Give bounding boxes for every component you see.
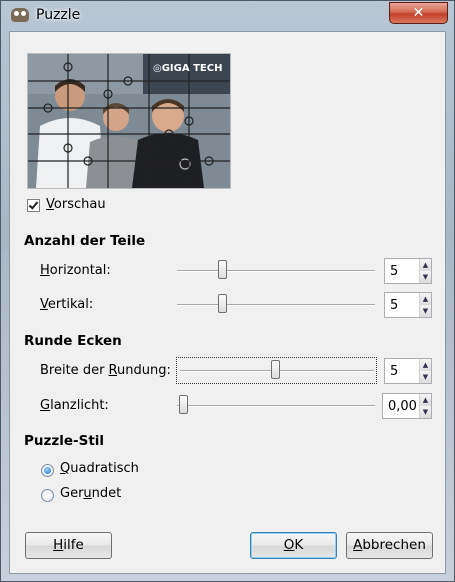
highlight-spinbox[interactable]: 0,00 ▲ ▼ <box>382 393 432 419</box>
pieces-heading: Anzahl der Teile <box>24 233 146 249</box>
highlight-slider-track[interactable] <box>177 405 375 407</box>
help-button[interactable]: Hilfe <box>25 532 112 559</box>
radio-rounded[interactable] <box>41 489 54 502</box>
title-bar[interactable]: Puzzle ✕ <box>1 1 454 29</box>
puzzle-dialog: Puzzle ✕ ◎GIGA TECH Vorschau Anzahl der … <box>0 0 455 582</box>
rounding-width-increment-arrow-icon[interactable]: ▲ <box>419 359 431 371</box>
rounding-width-value[interactable]: 5 <box>390 364 398 379</box>
rounded-option-label[interactable]: Gerundet <box>60 486 121 501</box>
gimp-app-icon <box>11 8 29 22</box>
highlight-slider-thumb[interactable] <box>179 395 188 414</box>
vertical-label: Vertikal: <box>40 297 94 312</box>
vertical-spinbox[interactable]: 5 ▲ ▼ <box>384 292 432 318</box>
radio-square[interactable] <box>41 464 54 477</box>
rounding-width-label: Breite der Rundung: <box>40 363 171 378</box>
dialog-content: ◎GIGA TECH Vorschau Anzahl der Teile Hor… <box>9 31 446 574</box>
vertical-slider-track[interactable] <box>177 304 375 306</box>
preview-checkbox[interactable] <box>27 199 40 212</box>
vertical-slider-thumb[interactable] <box>218 294 227 313</box>
horizontal-increment-arrow-icon[interactable]: ▲ <box>419 259 431 271</box>
horizontal-value[interactable]: 5 <box>390 264 398 279</box>
ok-button[interactable]: OK <box>250 532 337 559</box>
highlight-value[interactable]: 0,00 <box>388 399 417 414</box>
square-option-label[interactable]: Quadratisch <box>60 461 139 476</box>
preview-photo <box>28 54 230 188</box>
horizontal-label: Horizontal: <box>40 263 111 278</box>
vertical-increment-arrow-icon[interactable]: ▲ <box>419 293 431 305</box>
horizontal-decrement-arrow-icon[interactable]: ▼ <box>419 271 431 283</box>
round-corners-heading: Runde Ecken <box>24 333 122 349</box>
preview-image: ◎GIGA TECH <box>27 53 231 189</box>
horizontal-slider-thumb[interactable] <box>218 260 227 279</box>
highlight-label: Glanzlicht: <box>40 398 109 413</box>
vertical-value[interactable]: 5 <box>390 298 398 313</box>
highlight-decrement-arrow-icon[interactable]: ▼ <box>419 406 431 418</box>
window-title: Puzzle <box>36 7 81 23</box>
horizontal-spinbox[interactable]: 5 ▲ ▼ <box>384 258 432 284</box>
rounding-width-slider-thumb[interactable] <box>271 360 280 379</box>
vertical-decrement-arrow-icon[interactable]: ▼ <box>419 305 431 317</box>
horizontal-slider-track[interactable] <box>177 270 375 272</box>
puzzle-style-heading: Puzzle-Stil <box>24 433 105 449</box>
close-button[interactable]: ✕ <box>389 2 448 24</box>
preview-checkbox-label[interactable]: Vorschau <box>46 197 106 212</box>
rounding-width-spinbox[interactable]: 5 ▲ ▼ <box>384 358 432 384</box>
cancel-button[interactable]: Abbrechen <box>346 532 433 559</box>
preview-logo-text: ◎GIGA TECH <box>153 63 223 74</box>
rounding-width-decrement-arrow-icon[interactable]: ▼ <box>419 371 431 383</box>
highlight-increment-arrow-icon[interactable]: ▲ <box>419 394 431 406</box>
